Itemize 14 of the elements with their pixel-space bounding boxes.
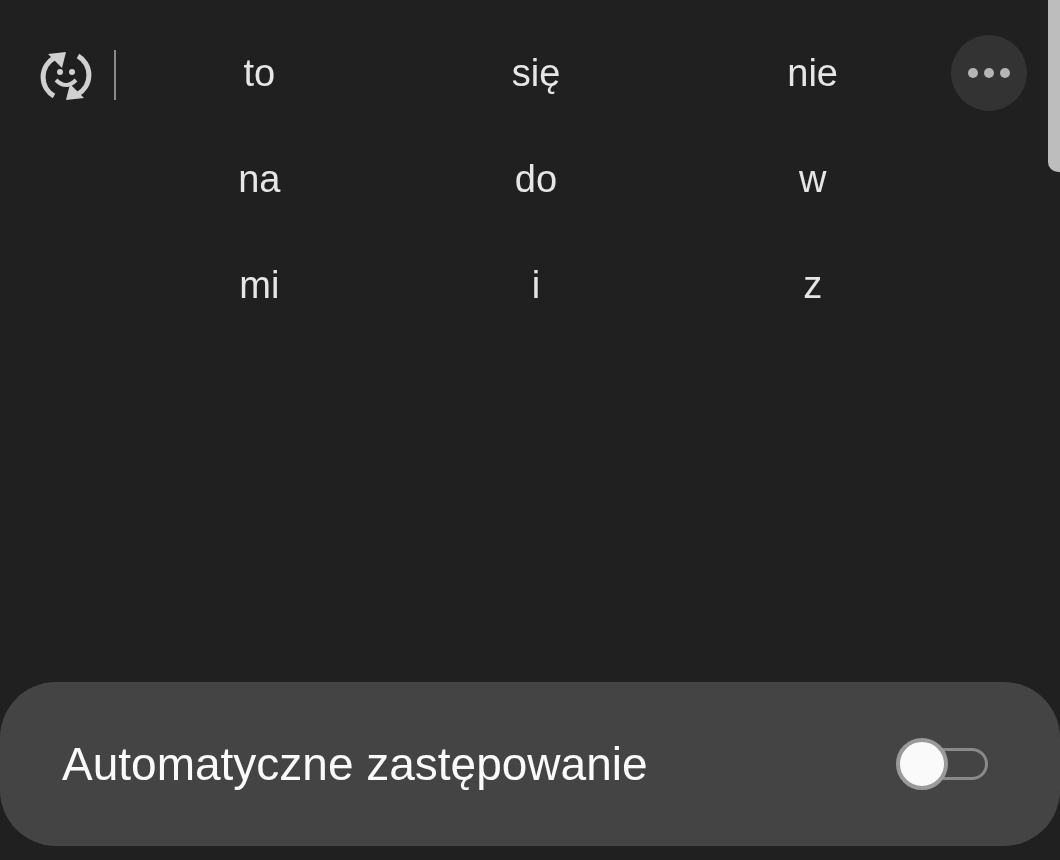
suggestion-word[interactable]: nie (787, 24, 838, 92)
suggestion-word[interactable]: na (238, 130, 281, 198)
scrollbar[interactable] (1048, 0, 1060, 172)
suggestion-word[interactable]: z (803, 236, 823, 304)
toggle-switch[interactable] (896, 738, 990, 790)
suggestion-word[interactable]: się (511, 24, 561, 92)
suggestion-word[interactable]: to (243, 24, 276, 92)
more-icon (967, 67, 1011, 79)
suggestion-word[interactable]: mi (239, 236, 280, 304)
emoji-sync-icon[interactable] (38, 50, 94, 102)
suggestion-word[interactable]: i (531, 236, 541, 304)
setting-label: Automatyczne zastępowanie (62, 736, 648, 792)
suggestion-word[interactable]: w (798, 130, 827, 198)
suggestion-word[interactable]: do (514, 130, 558, 198)
